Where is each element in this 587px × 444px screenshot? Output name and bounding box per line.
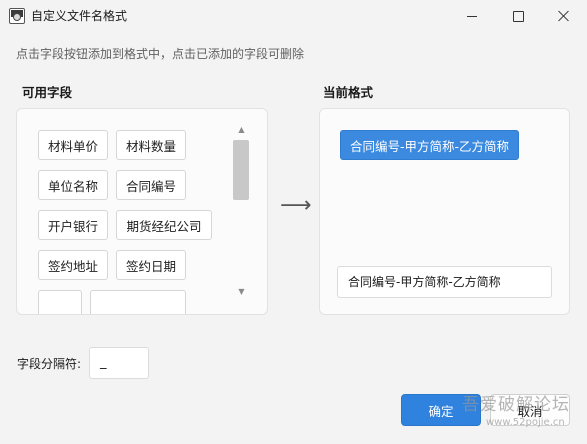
format-field-chip[interactable]: 合同编号-甲方简称-乙方简称	[340, 130, 520, 160]
field-button-bank[interactable]: 开户银行	[38, 210, 108, 240]
field-button-contract-number[interactable]: 合同编号	[116, 170, 186, 200]
maximize-button[interactable]	[495, 0, 541, 32]
separator-label: 字段分隔符:	[17, 357, 82, 371]
close-button[interactable]	[541, 0, 587, 32]
right-arrow-icon: ⟶	[280, 193, 312, 218]
separator-input[interactable]: _	[89, 347, 149, 379]
maximize-icon	[512, 10, 524, 22]
instruction-text: 点击字段按钮添加到格式中，点击已添加的字段可删除	[16, 47, 305, 61]
minimize-icon	[467, 15, 477, 17]
window-title: 自定义文件名格式	[31, 9, 128, 23]
ok-button[interactable]: 确定	[401, 394, 481, 426]
field-button-material-unit-price[interactable]: 材料单价	[38, 130, 108, 160]
field-button-partial[interactable]	[38, 290, 82, 314]
field-button-futures-broker[interactable]: 期货经纪公司	[116, 210, 212, 240]
cancel-button[interactable]: 取消	[490, 394, 570, 426]
app-window-icon	[9, 8, 25, 24]
field-button-material-quantity[interactable]: 材料数量	[116, 130, 186, 160]
field-button-partial[interactable]	[90, 290, 186, 314]
close-icon	[558, 10, 570, 22]
field-button-signing-date[interactable]: 签约日期	[116, 250, 186, 280]
field-button-signing-address[interactable]: 签约地址	[38, 250, 108, 280]
fields-scrollbar[interactable]: ▲ ▼	[233, 123, 250, 299]
title-bar: 自定义文件名格式	[0, 0, 587, 32]
current-format-label: 当前格式	[323, 85, 374, 100]
minimize-button[interactable]	[449, 0, 495, 32]
scroll-thumb[interactable]	[233, 140, 249, 200]
scroll-down-arrow-icon[interactable]: ▼	[237, 287, 246, 296]
available-fields-label: 可用字段	[22, 85, 73, 100]
format-preview: 合同编号-甲方简称-乙方简称	[337, 266, 552, 298]
scroll-up-arrow-icon[interactable]: ▲	[237, 125, 246, 134]
field-button-company-name[interactable]: 单位名称	[38, 170, 108, 200]
available-fields-panel: 材料单价 材料数量 单位名称 合同编号 开户银行 期货经纪公司 签约地址 签约日…	[16, 108, 268, 315]
current-format-panel: 合同编号-甲方简称-乙方简称 合同编号-甲方简称-乙方简称	[319, 108, 570, 315]
